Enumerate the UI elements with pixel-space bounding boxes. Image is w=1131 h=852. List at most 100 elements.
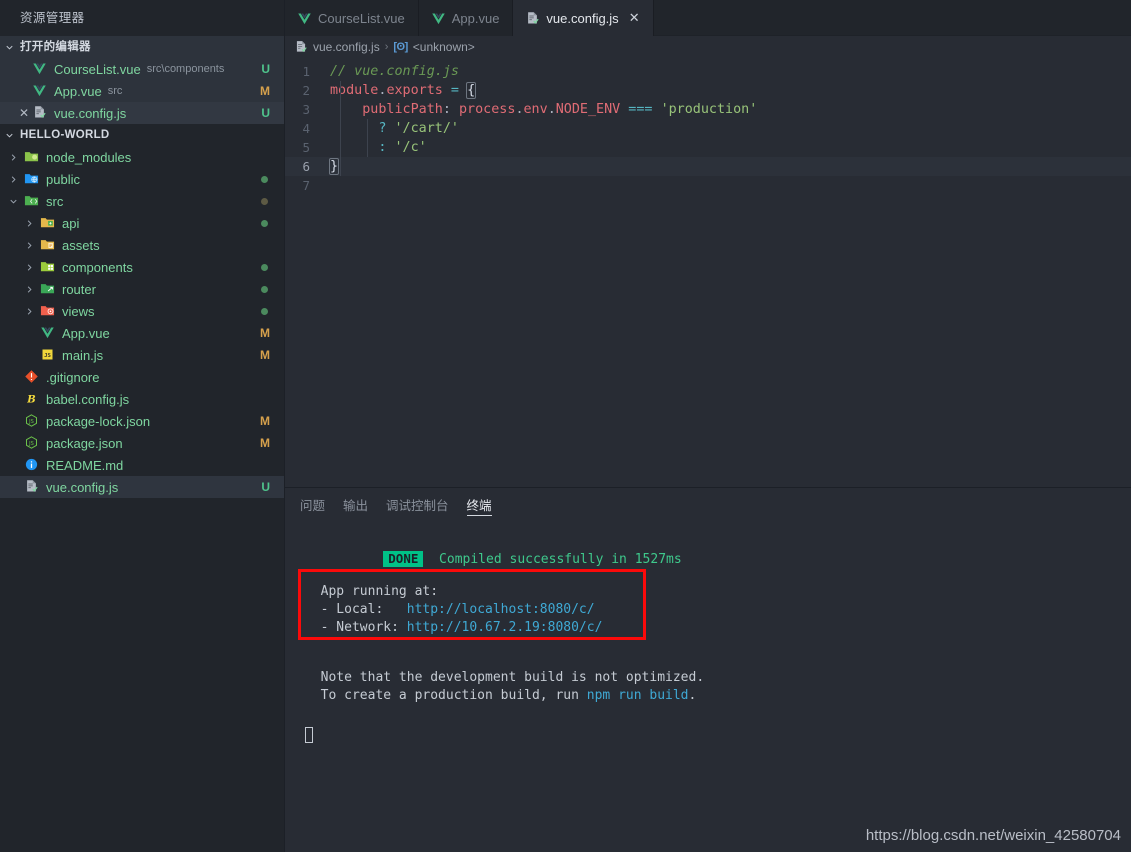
code-line: 4 ? '/cart/' xyxy=(285,119,1131,138)
line-number: 6 xyxy=(302,159,310,174)
open-editor-item[interactable]: App.vue src M xyxy=(0,80,284,102)
tab-courselist-vue[interactable]: CourseList.vue xyxy=(285,0,419,36)
code-token-brace: } xyxy=(328,158,340,175)
code-line-current: 6 } xyxy=(285,157,1131,176)
svg-text:JS: JS xyxy=(28,419,34,425)
terminal-line: To create a production build, run npm ru… xyxy=(285,687,1131,705)
tree-item-label: babel.config.js xyxy=(46,391,130,407)
local-url-link[interactable]: http://localhost:8080/c/ xyxy=(407,602,595,617)
tab-vue-config-js[interactable]: vue.config.js ✕ xyxy=(513,0,654,36)
vue-icon xyxy=(297,11,312,26)
folder-assets-icon xyxy=(40,237,57,253)
tab-output[interactable]: 输出 xyxy=(343,488,368,521)
open-editors-header[interactable]: 打开的编辑器 xyxy=(0,36,284,58)
status-badge: U xyxy=(261,106,270,120)
code-token-comment: // vue.config.js xyxy=(330,64,459,79)
tree-file-row[interactable]: JS package-lock.json M xyxy=(0,410,284,432)
tree-folder-row[interactable]: components xyxy=(0,256,284,278)
chevron-down-icon[interactable] xyxy=(8,196,24,207)
code-token: . xyxy=(547,102,556,117)
code-token: = xyxy=(442,83,468,98)
status-badge: M xyxy=(260,436,270,450)
chevron-right-icon[interactable] xyxy=(24,306,40,317)
tree-file-row[interactable]: Bbabel.config.js xyxy=(0,388,284,410)
terminal-line: Note that the development build is not o… xyxy=(285,669,1131,687)
tab-terminal[interactable]: 终端 xyxy=(466,488,492,521)
tree-folder-row[interactable]: src xyxy=(0,190,284,212)
close-icon[interactable]: ✕ xyxy=(629,10,640,26)
terminal-text: Note that the development build is not o… xyxy=(305,670,705,685)
breadcrumb-file[interactable]: vue.config.js xyxy=(313,40,380,54)
tree-file-row[interactable]: JS package.json M xyxy=(0,432,284,454)
tab-label: vue.config.js xyxy=(546,10,619,26)
workspace-header[interactable]: HELLO-WORLD xyxy=(0,124,284,146)
open-editor-item-active[interactable]: ✕ vue.config.js U xyxy=(0,102,284,124)
tree-folder-row[interactable]: public xyxy=(0,168,284,190)
tree-folder-row[interactable]: node_modules xyxy=(0,146,284,168)
code-token-string: 'production' xyxy=(660,102,758,117)
vscode-window: 资源管理器 打开的编辑器 CourseList.vue src\componen… xyxy=(0,0,1131,852)
tree-file-row[interactable]: vue.config.js U xyxy=(0,476,284,498)
terminal-line: - Local: http://localhost:8080/c/ xyxy=(285,601,1131,619)
code-line: 5 : '/c' xyxy=(285,138,1131,157)
breadcrumb-symbol[interactable]: <unknown> xyxy=(413,40,475,54)
chevron-right-icon[interactable] xyxy=(24,262,40,273)
tab-label: App.vue xyxy=(451,10,500,26)
close-icon[interactable]: ✕ xyxy=(16,106,32,120)
chevron-right-icon[interactable] xyxy=(8,174,24,185)
tree-folder-row[interactable]: views xyxy=(0,300,284,322)
chevron-down-icon xyxy=(4,130,20,141)
tab-label: CourseList.vue xyxy=(318,10,405,26)
terminal-output[interactable]: DONE Compiled successfully in 1527ms App… xyxy=(285,521,1131,852)
indent-guide xyxy=(367,119,368,157)
tree-folder-row[interactable]: router xyxy=(0,278,284,300)
chevron-down-icon xyxy=(4,42,20,53)
tree-folder-row[interactable]: assets xyxy=(0,234,284,256)
tree-folder-row[interactable]: api xyxy=(0,212,284,234)
tree-item-label: main.js xyxy=(62,347,104,363)
terminal-line: DONE Compiled successfully in 1527ms xyxy=(285,533,1131,567)
tree-file-row[interactable]: README.md xyxy=(0,454,284,476)
node-icon: JS xyxy=(24,413,41,429)
network-url-link[interactable]: http://10.67.2.19:8080/c/ xyxy=(407,620,603,635)
npm-command: npm run build xyxy=(586,688,689,703)
tab-problems[interactable]: 问题 xyxy=(300,488,325,521)
open-editor-item[interactable]: CourseList.vue src\components U xyxy=(0,58,284,80)
modified-dot xyxy=(261,307,268,315)
code-line: 2 module.exports = { xyxy=(285,81,1131,100)
chevron-right-icon[interactable] xyxy=(24,240,40,251)
code-token: : xyxy=(442,102,459,117)
node-icon: JS xyxy=(24,435,41,451)
status-badge: M xyxy=(260,414,270,428)
tree-file-row[interactable]: .gitignore xyxy=(0,366,284,388)
tree-file-row[interactable]: App.vue M xyxy=(0,322,284,344)
line-number: 3 xyxy=(302,102,310,117)
tree-item-label: node_modules xyxy=(46,149,132,165)
chevron-right-icon[interactable] xyxy=(24,284,40,295)
explorer-title: 资源管理器 xyxy=(20,11,85,25)
tree-item-label: views xyxy=(62,303,95,319)
js-config-icon xyxy=(32,105,49,121)
terminal-text: App running at: xyxy=(305,584,439,599)
modified-dot xyxy=(261,197,268,205)
tree-file-row[interactable]: JS main.js M xyxy=(0,344,284,366)
symbol-icon: [ʘ] xyxy=(393,41,408,53)
line-number: 4 xyxy=(302,121,310,136)
svg-text:JS: JS xyxy=(44,353,51,359)
chevron-right-icon[interactable] xyxy=(8,152,24,163)
terminal-text: - Network: xyxy=(305,620,407,635)
chevron-right-icon[interactable] xyxy=(24,218,40,229)
status-badge: M xyxy=(260,84,270,98)
panel-tab-bar: 问题 输出 调试控制台 终端 xyxy=(285,488,1131,521)
explorer-sidebar: 资源管理器 打开的编辑器 CourseList.vue src\componen… xyxy=(0,0,285,852)
open-editors-label: 打开的编辑器 xyxy=(20,41,91,53)
code-line: 3 publicPath: process.env.NODE_ENV === '… xyxy=(285,100,1131,119)
code-editor[interactable]: 1 // vue.config.js 2 module.exports = { … xyxy=(285,58,1131,487)
tab-app-vue[interactable]: App.vue xyxy=(418,0,514,36)
line-number: 1 xyxy=(302,64,310,79)
tab-debug-console[interactable]: 调试控制台 xyxy=(386,488,449,521)
indent-guide xyxy=(340,81,341,176)
code-token-string: '/c' xyxy=(386,140,427,155)
